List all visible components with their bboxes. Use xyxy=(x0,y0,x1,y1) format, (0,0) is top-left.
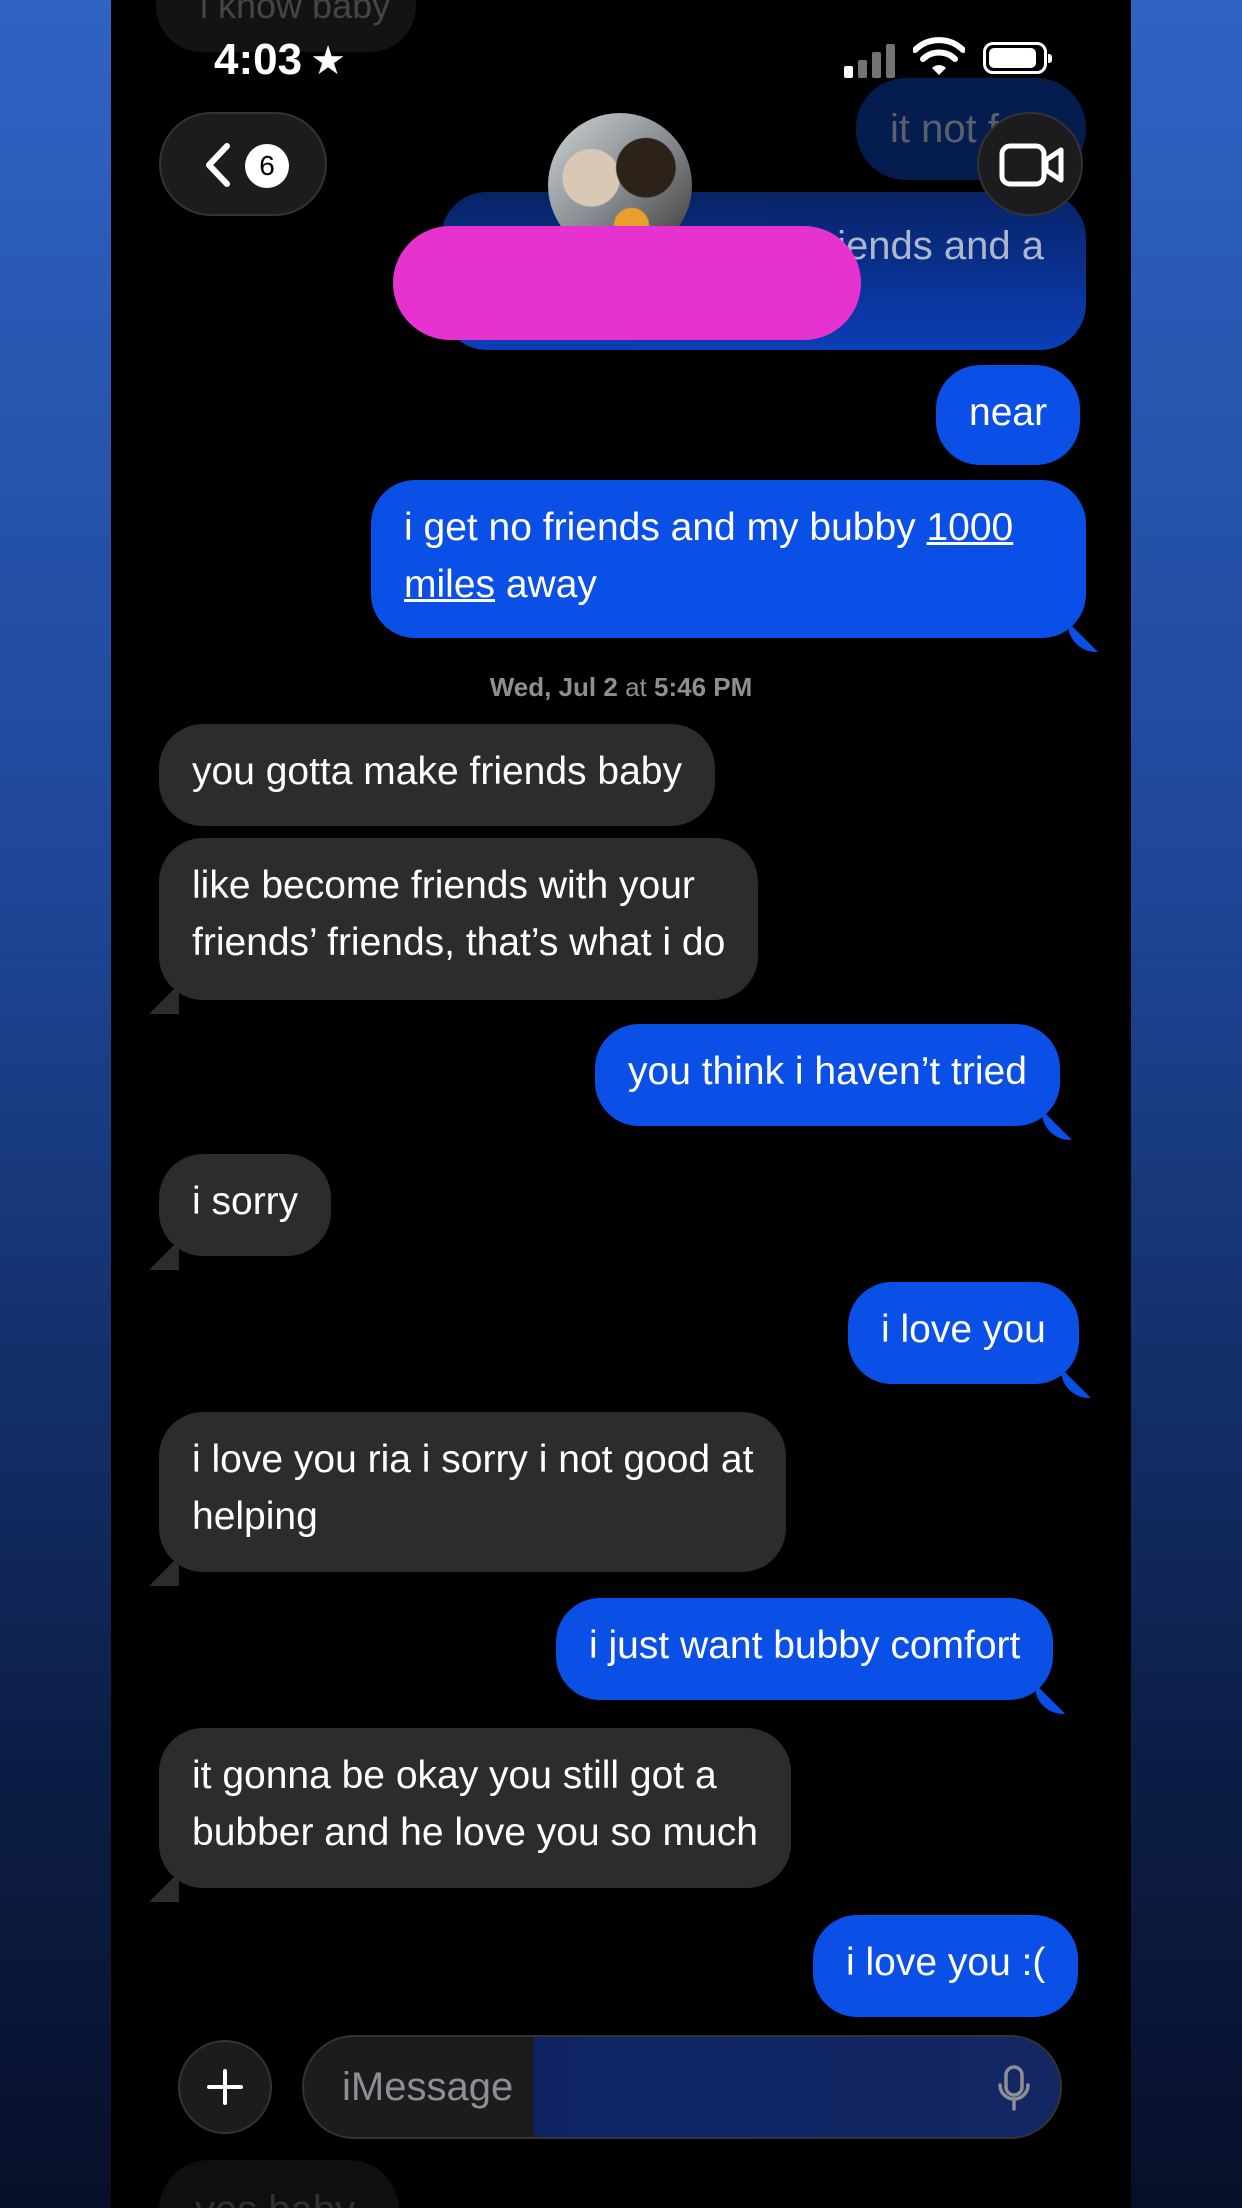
sent-message-bubble[interactable]: i love you :( xyxy=(813,1915,1079,2017)
input-placeholder: iMessage xyxy=(342,2065,514,2109)
message-text: i sorry xyxy=(192,1180,299,1223)
messages-screen: i know baby it not f friends and a hem 4… xyxy=(111,0,1131,2208)
message-text: i love you ria i sorry i not good at xyxy=(192,1438,754,1481)
scrolled-message-ghost: yes baby xyxy=(159,2160,399,2208)
contact-name-redaction[interactable] xyxy=(393,226,861,340)
timestamp-day: Wed, Jul 2 xyxy=(489,672,618,702)
facetime-video-button[interactable] xyxy=(977,112,1083,216)
message-text: i get no friends and my bubby xyxy=(404,506,927,549)
video-camera-icon xyxy=(999,143,1064,187)
wifi-icon xyxy=(913,37,965,75)
bubble-behind-glow xyxy=(534,2037,1060,2137)
cellular-signal-icon xyxy=(844,42,898,78)
sent-message-bubble[interactable]: near xyxy=(936,365,1081,465)
message-text: i love you :( xyxy=(846,1941,1046,1984)
message-text: you gotta make friends baby xyxy=(192,750,682,793)
message-text: bubber and he love you so much xyxy=(192,1811,758,1854)
timestamp-time: 5:46 PM xyxy=(653,672,753,702)
back-button[interactable]: 6 xyxy=(159,112,327,216)
status-bar: 4:03 ★ xyxy=(111,30,1131,90)
received-message-bubble[interactable]: like become friends with your friends’ f… xyxy=(159,838,759,1000)
message-text: i just want bubby comfort xyxy=(589,1624,1021,1667)
message-text: like become friends with your xyxy=(192,864,695,907)
star-icon: ★ xyxy=(310,39,346,83)
microphone-icon[interactable] xyxy=(998,2065,1030,2111)
message-text: i love you xyxy=(881,1308,1046,1351)
imessage-input[interactable]: iMessage xyxy=(302,2035,1062,2139)
message-text: you think i haven’t tried xyxy=(628,1050,1027,1093)
message-link[interactable]: 1000 xyxy=(926,506,1013,549)
sent-message-bubble[interactable]: you think i haven’t tried xyxy=(595,1024,1060,1126)
battery-icon xyxy=(983,42,1052,74)
message-text: away xyxy=(495,563,597,606)
timestamp-at: at xyxy=(617,672,654,702)
unread-count-badge: 6 xyxy=(245,144,289,188)
clock-text: 4:03 xyxy=(214,35,303,84)
conversation-timestamp: Wed, Jul 2 at 5:46 PM xyxy=(111,672,1131,703)
chevron-left-icon xyxy=(206,143,230,187)
message-text: friends’ friends, that’s what i do xyxy=(192,921,726,964)
received-message-bubble[interactable]: i love you ria i sorry i not good at hel… xyxy=(159,1412,787,1572)
sent-message-bubble[interactable]: i just want bubby comfort xyxy=(556,1598,1054,1700)
message-text: helping xyxy=(192,1495,318,1538)
message-text: near xyxy=(969,391,1048,434)
received-message-bubble[interactable]: i sorry xyxy=(159,1154,332,1256)
sent-message-bubble[interactable]: i love you xyxy=(848,1282,1079,1384)
received-message-bubble[interactable]: it gonna be okay you still got a bubber … xyxy=(159,1728,791,1888)
message-link[interactable]: miles xyxy=(404,563,495,606)
status-time: 4:03 ★ xyxy=(214,30,346,91)
sent-message-bubble[interactable]: i get no friends and my bubby 1000 miles … xyxy=(371,480,1086,638)
message-text: it gonna be okay you still got a xyxy=(192,1754,717,1797)
add-attachment-button[interactable] xyxy=(178,2040,272,2134)
received-message-bubble[interactable]: you gotta make friends baby xyxy=(159,724,715,826)
